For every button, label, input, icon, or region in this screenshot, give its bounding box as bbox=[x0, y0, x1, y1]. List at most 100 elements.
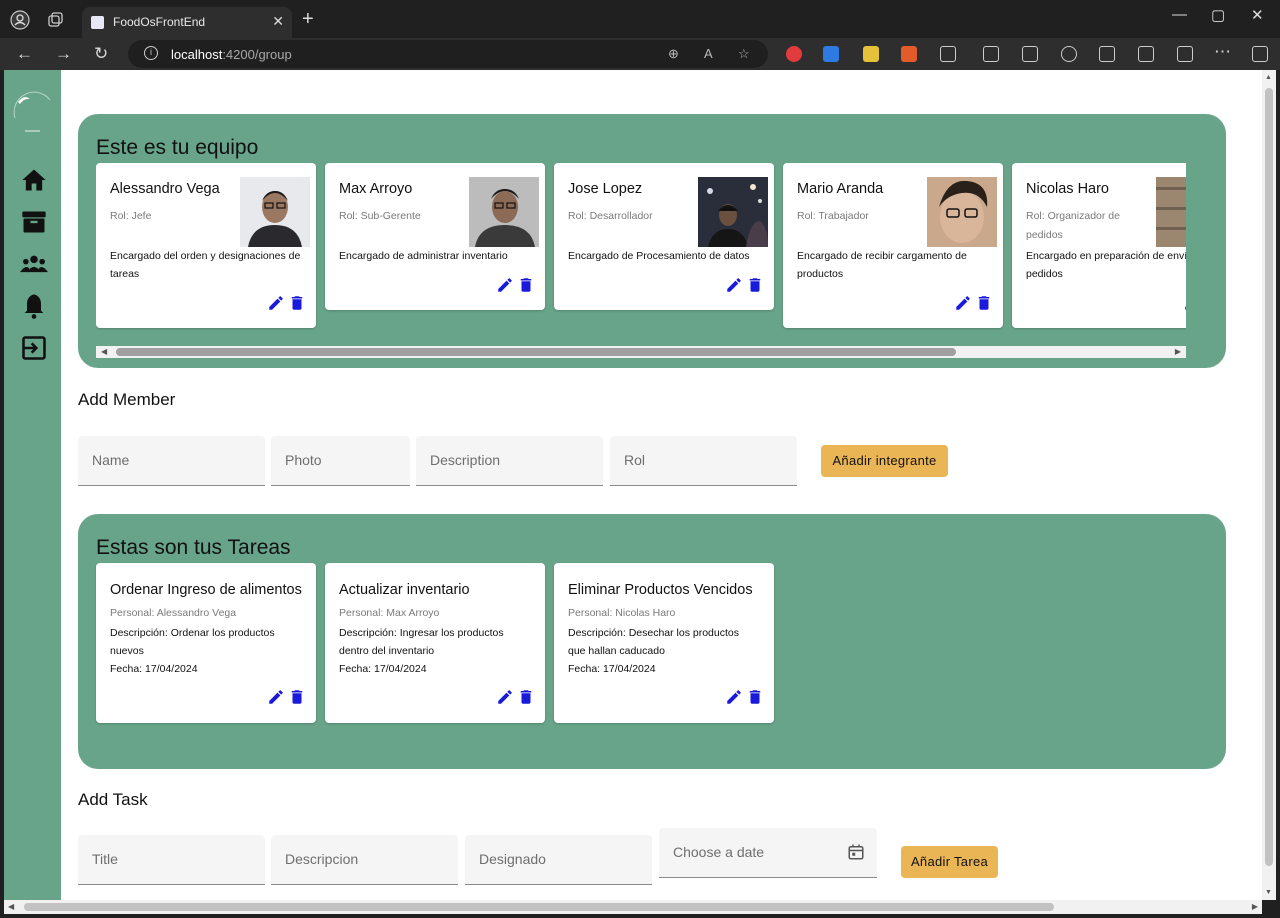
back-icon[interactable]: ← bbox=[16, 43, 33, 65]
extensions-icon[interactable] bbox=[940, 46, 956, 62]
member-description: Encargado en preparación de envío de ped… bbox=[1026, 250, 1186, 280]
task-actions bbox=[493, 688, 535, 711]
delete-icon[interactable] bbox=[975, 294, 993, 312]
task-title: Eliminar Productos Vencidos bbox=[568, 582, 753, 598]
member-photo-input[interactable]: Photo bbox=[271, 436, 410, 486]
task-assigned-placeholder: Designado bbox=[479, 851, 546, 867]
delete-icon[interactable] bbox=[746, 276, 764, 294]
members-scrollbar-thumb[interactable] bbox=[116, 348, 956, 356]
window-close-icon[interactable]: ✕ bbox=[1251, 6, 1264, 24]
scroll-left-icon[interactable]: ◀ bbox=[101, 347, 107, 356]
edit-icon[interactable] bbox=[725, 688, 743, 706]
forward-icon[interactable]: → bbox=[55, 43, 72, 65]
edit-icon[interactable] bbox=[496, 688, 514, 706]
task-assigned-input[interactable]: Designado bbox=[465, 835, 652, 885]
maximize-icon[interactable]: ▢ bbox=[1211, 6, 1225, 24]
collections-icon[interactable] bbox=[1022, 46, 1038, 62]
minimize-icon[interactable]: — bbox=[1172, 6, 1187, 23]
home-icon[interactable] bbox=[20, 166, 48, 194]
member-actions bbox=[722, 276, 764, 299]
split-screen-icon[interactable] bbox=[983, 46, 999, 62]
task-description-input[interactable]: Descripcion bbox=[271, 835, 458, 885]
sidebar-toggle-icon[interactable] bbox=[1252, 46, 1268, 62]
page-horizontal-scrollbar-thumb[interactable] bbox=[24, 903, 1054, 911]
scroll-up-icon[interactable]: ▲ bbox=[1265, 74, 1272, 81]
page-horizontal-scrollbar[interactable]: ◀ ▶ bbox=[4, 900, 1262, 914]
member-role: Rol: Organizador de pedidos bbox=[1026, 210, 1120, 241]
delete-icon[interactable] bbox=[517, 688, 535, 706]
zoom-icon[interactable]: ⊕ bbox=[668, 46, 679, 62]
edit-icon[interactable] bbox=[267, 688, 285, 706]
member-actions bbox=[264, 294, 306, 317]
favorite-star-icon[interactable]: ☆ bbox=[738, 46, 750, 62]
member-role: Rol: Desarrollador bbox=[568, 210, 653, 222]
reload-icon[interactable]: ↻ bbox=[94, 43, 108, 65]
share-icon[interactable] bbox=[1177, 46, 1193, 62]
task-description: Descripción: Desechar los productos que … bbox=[568, 627, 739, 657]
page-scroll-right-icon[interactable]: ▶ bbox=[1252, 902, 1258, 911]
scroll-down-icon[interactable]: ▼ bbox=[1265, 889, 1272, 896]
tab-close-icon[interactable]: ✕ bbox=[272, 13, 284, 30]
add-task-button[interactable]: Añadir Tarea bbox=[901, 846, 998, 878]
member-role: Rol: Trabajador bbox=[797, 210, 869, 222]
url-host: localhost bbox=[171, 47, 223, 62]
members-carousel: Alessandro Vega Rol: Jefe Encargado del … bbox=[96, 163, 1186, 359]
member-photo bbox=[469, 177, 539, 247]
edit-icon[interactable] bbox=[725, 276, 743, 294]
member-name-input[interactable]: Name bbox=[78, 436, 265, 486]
task-person: Personal: Nicolas Haro bbox=[568, 607, 676, 619]
member-photo bbox=[240, 177, 310, 247]
browser-tab-bar: FoodOsFrontEnd ✕ + — ▢ ✕ bbox=[0, 0, 1280, 38]
logout-icon[interactable] bbox=[20, 334, 48, 362]
site-info-icon[interactable]: i bbox=[144, 46, 158, 60]
task-title: Actualizar inventario bbox=[339, 582, 470, 598]
task-body: Descripción: Desechar los productos que … bbox=[568, 624, 758, 678]
tab-favicon-icon bbox=[91, 16, 104, 29]
edit-icon[interactable] bbox=[267, 294, 285, 312]
address-bar[interactable]: i localhost:4200/group ⊕ A ☆ bbox=[128, 40, 768, 68]
extension-yellow-icon[interactable] bbox=[863, 46, 879, 62]
add-member-button[interactable]: Añadir integrante bbox=[821, 445, 948, 477]
edit-icon[interactable] bbox=[954, 294, 972, 312]
delete-icon[interactable] bbox=[746, 688, 764, 706]
performance-icon[interactable] bbox=[1099, 46, 1115, 62]
task-date-input[interactable]: Choose a date bbox=[659, 828, 877, 878]
delete-icon[interactable] bbox=[517, 276, 535, 294]
screenshot-icon[interactable] bbox=[1138, 46, 1154, 62]
history-icon[interactable] bbox=[1061, 46, 1077, 62]
edit-icon[interactable] bbox=[496, 276, 514, 294]
page-vertical-scrollbar-thumb[interactable] bbox=[1265, 88, 1273, 866]
delete-icon[interactable] bbox=[288, 294, 306, 312]
workspaces-icon[interactable] bbox=[44, 9, 66, 31]
members-scrollbar[interactable]: ◀ ▶ bbox=[96, 346, 1186, 358]
task-person: Personal: Alessandro Vega bbox=[110, 607, 237, 619]
read-aloud-icon[interactable]: A bbox=[704, 46, 713, 61]
new-tab-icon[interactable]: + bbox=[302, 9, 314, 29]
task-description: Descripción: Ordenar los productos nuevo… bbox=[110, 627, 275, 657]
group-icon[interactable] bbox=[20, 250, 48, 278]
edit-icon[interactable] bbox=[1183, 294, 1186, 312]
page-scroll-left-icon[interactable]: ◀ bbox=[8, 902, 14, 911]
extension-red-icon[interactable] bbox=[786, 46, 802, 62]
member-role: Rol: Jefe bbox=[110, 210, 152, 222]
archive-icon[interactable] bbox=[20, 208, 48, 236]
extension-orange-icon[interactable] bbox=[901, 46, 917, 62]
bell-icon[interactable] bbox=[20, 292, 48, 320]
page-vertical-scrollbar[interactable]: ▲ ▼ bbox=[1262, 70, 1276, 900]
member-name: Alessandro Vega bbox=[110, 181, 220, 197]
more-menu-icon[interactable]: ⋯ bbox=[1214, 41, 1231, 63]
member-rol-input[interactable]: Rol bbox=[610, 436, 797, 486]
browser-tab[interactable]: FoodOsFrontEnd ✕ bbox=[82, 7, 292, 38]
member-description-input[interactable]: Description bbox=[416, 436, 603, 486]
member-name-placeholder: Name bbox=[92, 452, 130, 468]
delete-icon[interactable] bbox=[288, 688, 306, 706]
task-card: Eliminar Productos Vencidos Personal: Ni… bbox=[554, 563, 774, 723]
task-title-input[interactable]: Title bbox=[78, 835, 265, 885]
scroll-right-icon[interactable]: ▶ bbox=[1175, 347, 1181, 356]
member-name: Nicolas Haro bbox=[1026, 181, 1109, 197]
extension-blue-icon[interactable] bbox=[823, 46, 839, 62]
tab-title: FoodOsFrontEnd bbox=[113, 15, 206, 29]
profile-icon[interactable] bbox=[9, 9, 31, 31]
add-member-title: Add Member bbox=[78, 390, 176, 409]
calendar-icon[interactable] bbox=[847, 843, 865, 861]
